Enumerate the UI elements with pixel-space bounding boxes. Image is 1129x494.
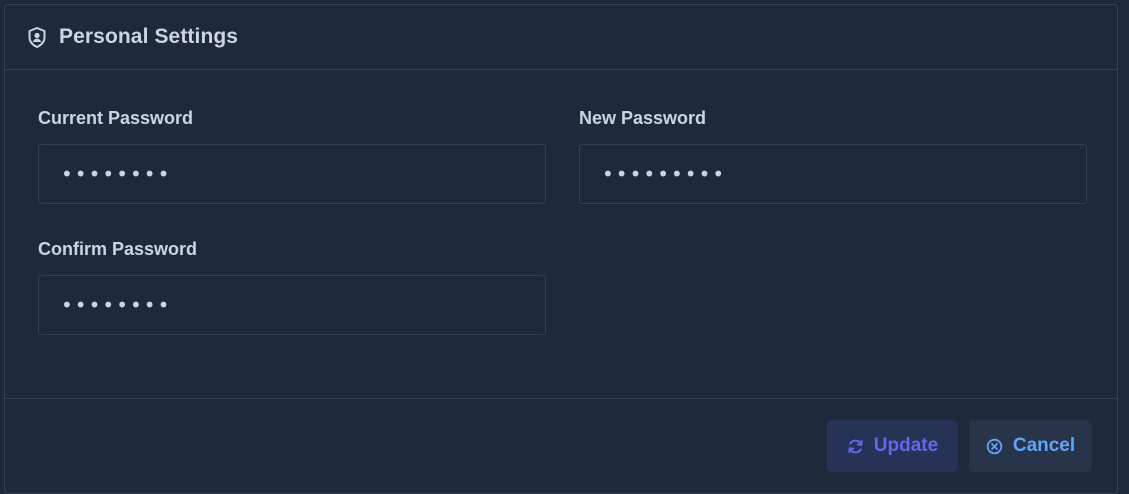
shield-user-icon <box>27 26 47 48</box>
panel-title: Personal Settings <box>59 25 239 48</box>
update-button-label: Update <box>873 435 939 456</box>
cancel-button-label: Cancel <box>1012 435 1076 456</box>
new-password-label: New Password <box>579 108 707 128</box>
personal-settings-panel: Personal Settings Current Password New P… <box>4 4 1118 494</box>
current-password-input[interactable] <box>38 144 546 204</box>
password-form: Current Password New Password Confirm Pa… <box>5 70 1117 399</box>
panel-footer: Update Cancel <box>5 399 1117 489</box>
confirm-password-field: Confirm Password <box>38 238 546 335</box>
current-password-label: Current Password <box>38 108 194 128</box>
panel-header: Personal Settings <box>5 5 1117 70</box>
new-password-field: New Password <box>579 107 1087 204</box>
update-button[interactable]: Update <box>827 420 958 472</box>
current-password-field: Current Password <box>38 107 546 204</box>
confirm-password-input[interactable] <box>38 275 546 335</box>
circle-x-icon <box>986 438 1003 455</box>
cancel-button[interactable]: Cancel <box>969 420 1092 472</box>
new-password-input[interactable] <box>579 144 1087 204</box>
refresh-icon <box>847 438 864 455</box>
confirm-password-label: Confirm Password <box>38 239 198 259</box>
